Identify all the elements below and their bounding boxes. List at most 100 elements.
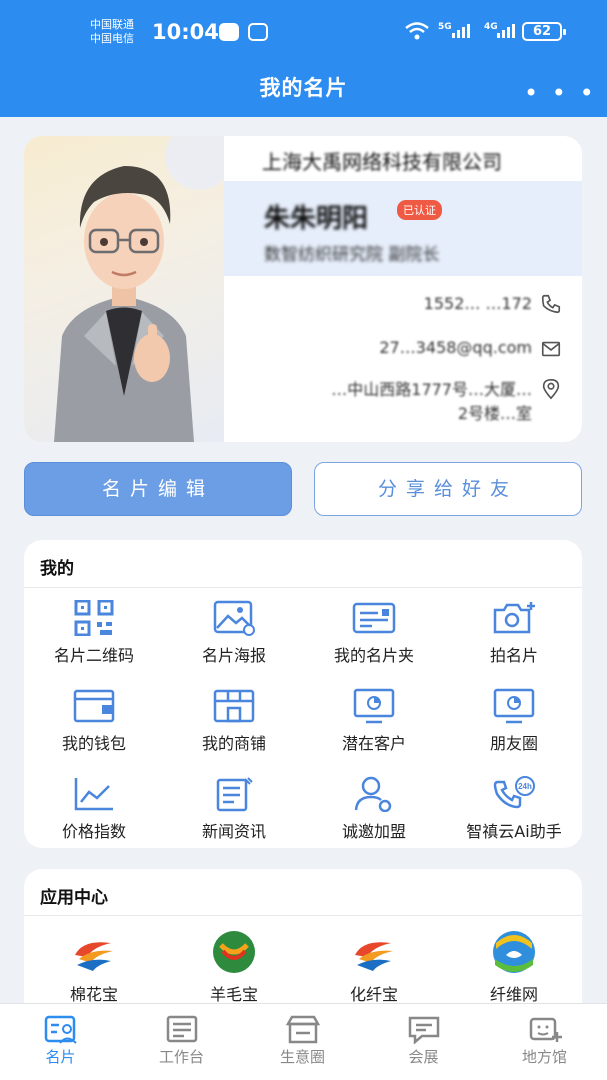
line-chart-icon — [74, 778, 113, 811]
page-title: 我的名片 — [259, 76, 348, 100]
mail-icon — [541, 341, 561, 357]
user-gear-icon — [354, 776, 392, 812]
person-name: 朱朱明阳 — [264, 204, 369, 234]
svg-text:24h: 24h — [518, 782, 532, 791]
grid-item-qrcode[interactable]: 名片二维码 — [24, 600, 164, 666]
message-icon — [248, 23, 268, 41]
tab-label: 名片 — [45, 1048, 76, 1066]
address-line-1: …中山西路1777号…大厦… — [331, 380, 532, 399]
carrier-2: 中国电信 — [90, 32, 134, 45]
my-section: 我的 名片二维码 名片海报 我的名片夹 拍名片 我的钱包 我的商铺 潜在客户 朋… — [24, 540, 582, 848]
tab-exhibition[interactable]: 会展 — [363, 1014, 484, 1067]
monitor-chart-icon — [353, 688, 395, 724]
card-icon — [44, 1015, 77, 1044]
app-label: 羊毛宝 — [209, 985, 258, 1004]
location-icon — [542, 379, 560, 400]
grid-item-moments[interactable]: 朋友圈 — [444, 688, 584, 754]
grid-label: 我的商铺 — [201, 734, 266, 753]
grid-label: 朋友圈 — [489, 734, 538, 753]
phone-number[interactable]: 1552… …172 — [424, 294, 532, 313]
tab-label: 会展 — [408, 1048, 439, 1066]
company-name: 上海大禹网络科技有限公司 — [262, 150, 502, 174]
grid-item-join[interactable]: 诚邀加盟 — [304, 776, 444, 842]
wechat-icon — [219, 23, 239, 41]
network-5g: 5G — [438, 22, 452, 32]
grid-label: 拍名片 — [489, 646, 538, 665]
app-fiber-net[interactable]: 纤维网 — [444, 929, 584, 1005]
qrcode-icon — [74, 600, 114, 636]
app-fiber[interactable]: 化纤宝 — [304, 929, 444, 1005]
wifi-icon — [405, 22, 429, 40]
grid-item-wallet[interactable]: 我的钱包 — [24, 688, 164, 754]
fiber-logo-icon — [355, 942, 393, 971]
grid-item-card-holder[interactable]: 我的名片夹 — [304, 600, 444, 666]
email-address[interactable]: 27…3458@qq.com — [379, 338, 532, 357]
grid-label: 价格指数 — [61, 822, 126, 841]
app-label: 纤维网 — [489, 985, 538, 1004]
more-menu-button[interactable]: • • • — [524, 81, 597, 105]
monitor-chart-icon — [493, 688, 535, 724]
divider — [24, 587, 582, 588]
shop-icon — [285, 1015, 320, 1044]
bottom-tab-bar: 名片 工作台 生意圈 会展 地方馆 — [0, 1003, 607, 1080]
tab-label: 地方馆 — [521, 1048, 567, 1066]
tab-business[interactable]: 生意圈 — [242, 1014, 363, 1067]
section-title: 应用中心 — [40, 888, 108, 908]
wallet-icon — [73, 689, 115, 723]
cotton-logo-icon — [75, 942, 113, 971]
edit-card-button[interactable]: 名片编辑 — [24, 462, 292, 516]
tab-label: 生意圈 — [279, 1048, 325, 1066]
grid-label: 潜在客户 — [341, 734, 406, 753]
grid-label: 我的钱包 — [61, 734, 126, 753]
app-wool[interactable]: 羊毛宝 — [164, 929, 304, 1005]
network-4g: 4G — [484, 22, 498, 32]
wool-logo-icon — [213, 931, 255, 973]
grid-item-news[interactable]: 新闻资讯 — [164, 776, 304, 842]
app-header: 中国联通 中国电信 10:04 5G 4G 62 我的名片 • • • — [0, 0, 607, 117]
divider — [24, 915, 582, 916]
share-button[interactable]: 分享给好友 — [314, 462, 582, 516]
store-icon — [213, 689, 255, 723]
phone-icon — [541, 294, 561, 314]
grid-item-store[interactable]: 我的商铺 — [164, 688, 304, 754]
chat-icon — [408, 1016, 439, 1044]
status-bar: 中国联通 中国电信 10:04 5G 4G 62 — [0, 14, 607, 54]
tab-workbench[interactable]: 工作台 — [121, 1014, 242, 1067]
grid-item-ai-assistant[interactable]: 24h 智禛云Ai助手 — [444, 776, 584, 842]
carrier-info: 中国联通 中国电信 — [90, 18, 134, 46]
signal-icon — [497, 24, 515, 38]
business-card[interactable]: 上海大禹网络科技有限公司 朱朱明阳 已认证 数智纺织研究院 副院长 1552… … — [24, 136, 582, 442]
grid-item-poster[interactable]: 名片海报 — [164, 600, 304, 666]
camera-icon — [493, 602, 535, 634]
local-icon — [529, 1017, 562, 1042]
phone-24h-icon: 24h — [493, 776, 535, 809]
section-title: 我的 — [40, 559, 74, 579]
tab-label: 工作台 — [158, 1048, 204, 1066]
clock: 10:04 — [152, 20, 219, 44]
tab-local[interactable]: 地方馆 — [484, 1014, 605, 1067]
avatar — [24, 136, 233, 442]
person-title: 数智纺织研究院 副院长 — [264, 245, 440, 265]
tab-card[interactable]: 名片 — [0, 1014, 121, 1067]
app-label: 棉花宝 — [69, 985, 118, 1004]
app-cotton[interactable]: 棉花宝 — [24, 929, 164, 1005]
news-icon — [216, 777, 253, 812]
grid-item-potential-clients[interactable]: 潜在客户 — [304, 688, 444, 754]
grid-label: 名片二维码 — [53, 646, 134, 665]
fiber-net-logo-icon — [493, 931, 535, 973]
workbench-icon — [166, 1015, 197, 1043]
grid-label: 名片海报 — [201, 646, 266, 665]
grid-item-price-index[interactable]: 价格指数 — [24, 776, 164, 842]
signal-icon — [452, 24, 470, 38]
app-label: 化纤宝 — [349, 985, 398, 1004]
grid-label: 诚邀加盟 — [341, 822, 406, 841]
card-holder-icon — [352, 602, 396, 634]
grid-label: 智禛云Ai助手 — [466, 822, 562, 841]
avatar-illustration — [54, 136, 233, 442]
battery-icon: 62 — [522, 22, 566, 41]
grid-label: 新闻资讯 — [201, 822, 266, 841]
verified-badge: 已认证 — [397, 200, 442, 220]
grid-item-camera[interactable]: 拍名片 — [444, 600, 584, 666]
grid-label: 我的名片夹 — [333, 646, 414, 665]
address-line-2: 2号楼…室 — [457, 404, 532, 423]
